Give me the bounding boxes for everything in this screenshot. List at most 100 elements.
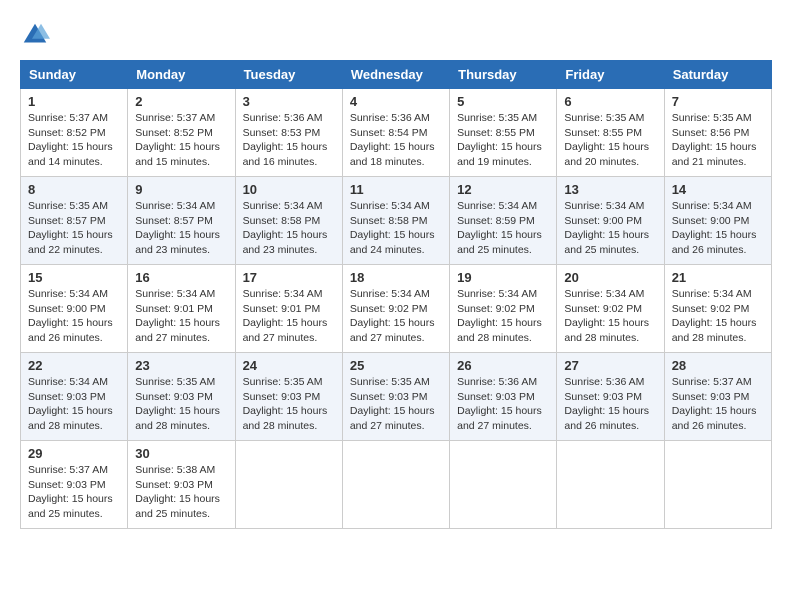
day-detail: Sunrise: 5:34 AM Sunset: 9:00 PM Dayligh… <box>28 287 120 346</box>
calendar-cell: 13 Sunrise: 5:34 AM Sunset: 9:00 PM Dayl… <box>557 177 664 265</box>
day-detail: Sunrise: 5:37 AM Sunset: 9:03 PM Dayligh… <box>672 375 764 434</box>
day-number: 18 <box>350 270 442 285</box>
day-number: 22 <box>28 358 120 373</box>
day-detail: Sunrise: 5:35 AM Sunset: 9:03 PM Dayligh… <box>243 375 335 434</box>
calendar-cell: 8 Sunrise: 5:35 AM Sunset: 8:57 PM Dayli… <box>21 177 128 265</box>
page-header <box>20 20 772 50</box>
day-number: 29 <box>28 446 120 461</box>
calendar-cell: 19 Sunrise: 5:34 AM Sunset: 9:02 PM Dayl… <box>450 265 557 353</box>
calendar-cell: 24 Sunrise: 5:35 AM Sunset: 9:03 PM Dayl… <box>235 353 342 441</box>
calendar-cell: 7 Sunrise: 5:35 AM Sunset: 8:56 PM Dayli… <box>664 89 771 177</box>
weekday-header-tuesday: Tuesday <box>235 61 342 89</box>
calendar-cell: 15 Sunrise: 5:34 AM Sunset: 9:00 PM Dayl… <box>21 265 128 353</box>
day-number: 9 <box>135 182 227 197</box>
calendar-cell: 29 Sunrise: 5:37 AM Sunset: 9:03 PM Dayl… <box>21 441 128 529</box>
calendar-cell: 30 Sunrise: 5:38 AM Sunset: 9:03 PM Dayl… <box>128 441 235 529</box>
day-detail: Sunrise: 5:35 AM Sunset: 8:55 PM Dayligh… <box>564 111 656 170</box>
weekday-header-sunday: Sunday <box>21 61 128 89</box>
calendar-cell: 25 Sunrise: 5:35 AM Sunset: 9:03 PM Dayl… <box>342 353 449 441</box>
day-detail: Sunrise: 5:34 AM Sunset: 9:02 PM Dayligh… <box>350 287 442 346</box>
calendar-cell: 2 Sunrise: 5:37 AM Sunset: 8:52 PM Dayli… <box>128 89 235 177</box>
day-detail: Sunrise: 5:35 AM Sunset: 9:03 PM Dayligh… <box>350 375 442 434</box>
calendar-cell: 10 Sunrise: 5:34 AM Sunset: 8:58 PM Dayl… <box>235 177 342 265</box>
calendar-cell <box>664 441 771 529</box>
day-number: 12 <box>457 182 549 197</box>
day-number: 21 <box>672 270 764 285</box>
day-detail: Sunrise: 5:37 AM Sunset: 8:52 PM Dayligh… <box>28 111 120 170</box>
day-number: 6 <box>564 94 656 109</box>
calendar-cell: 17 Sunrise: 5:34 AM Sunset: 9:01 PM Dayl… <box>235 265 342 353</box>
day-number: 14 <box>672 182 764 197</box>
day-number: 20 <box>564 270 656 285</box>
calendar-cell: 11 Sunrise: 5:34 AM Sunset: 8:58 PM Dayl… <box>342 177 449 265</box>
calendar-cell: 27 Sunrise: 5:36 AM Sunset: 9:03 PM Dayl… <box>557 353 664 441</box>
day-number: 23 <box>135 358 227 373</box>
day-detail: Sunrise: 5:34 AM Sunset: 9:01 PM Dayligh… <box>135 287 227 346</box>
calendar-cell: 18 Sunrise: 5:34 AM Sunset: 9:02 PM Dayl… <box>342 265 449 353</box>
day-number: 7 <box>672 94 764 109</box>
calendar-cell: 23 Sunrise: 5:35 AM Sunset: 9:03 PM Dayl… <box>128 353 235 441</box>
calendar-cell <box>557 441 664 529</box>
calendar-cell: 3 Sunrise: 5:36 AM Sunset: 8:53 PM Dayli… <box>235 89 342 177</box>
day-number: 26 <box>457 358 549 373</box>
calendar-cell <box>235 441 342 529</box>
day-number: 15 <box>28 270 120 285</box>
day-number: 25 <box>350 358 442 373</box>
calendar-cell: 16 Sunrise: 5:34 AM Sunset: 9:01 PM Dayl… <box>128 265 235 353</box>
day-detail: Sunrise: 5:35 AM Sunset: 8:55 PM Dayligh… <box>457 111 549 170</box>
calendar-cell: 14 Sunrise: 5:34 AM Sunset: 9:00 PM Dayl… <box>664 177 771 265</box>
day-number: 16 <box>135 270 227 285</box>
day-detail: Sunrise: 5:36 AM Sunset: 9:03 PM Dayligh… <box>457 375 549 434</box>
day-number: 19 <box>457 270 549 285</box>
day-detail: Sunrise: 5:35 AM Sunset: 8:57 PM Dayligh… <box>28 199 120 258</box>
calendar-cell: 1 Sunrise: 5:37 AM Sunset: 8:52 PM Dayli… <box>21 89 128 177</box>
calendar-cell: 20 Sunrise: 5:34 AM Sunset: 9:02 PM Dayl… <box>557 265 664 353</box>
calendar-cell <box>342 441 449 529</box>
day-detail: Sunrise: 5:34 AM Sunset: 9:00 PM Dayligh… <box>672 199 764 258</box>
day-detail: Sunrise: 5:34 AM Sunset: 8:58 PM Dayligh… <box>350 199 442 258</box>
day-number: 10 <box>243 182 335 197</box>
day-number: 27 <box>564 358 656 373</box>
day-detail: Sunrise: 5:34 AM Sunset: 8:57 PM Dayligh… <box>135 199 227 258</box>
day-number: 4 <box>350 94 442 109</box>
weekday-header-thursday: Thursday <box>450 61 557 89</box>
day-detail: Sunrise: 5:34 AM Sunset: 9:02 PM Dayligh… <box>672 287 764 346</box>
calendar-cell: 4 Sunrise: 5:36 AM Sunset: 8:54 PM Dayli… <box>342 89 449 177</box>
day-number: 1 <box>28 94 120 109</box>
calendar-cell: 6 Sunrise: 5:35 AM Sunset: 8:55 PM Dayli… <box>557 89 664 177</box>
logo-icon <box>20 20 50 50</box>
calendar-cell: 12 Sunrise: 5:34 AM Sunset: 8:59 PM Dayl… <box>450 177 557 265</box>
day-number: 8 <box>28 182 120 197</box>
calendar-table: SundayMondayTuesdayWednesdayThursdayFrid… <box>20 60 772 529</box>
day-detail: Sunrise: 5:34 AM Sunset: 9:01 PM Dayligh… <box>243 287 335 346</box>
day-detail: Sunrise: 5:34 AM Sunset: 9:03 PM Dayligh… <box>28 375 120 434</box>
day-detail: Sunrise: 5:36 AM Sunset: 8:54 PM Dayligh… <box>350 111 442 170</box>
calendar-cell: 26 Sunrise: 5:36 AM Sunset: 9:03 PM Dayl… <box>450 353 557 441</box>
day-detail: Sunrise: 5:34 AM Sunset: 8:58 PM Dayligh… <box>243 199 335 258</box>
weekday-header-wednesday: Wednesday <box>342 61 449 89</box>
day-detail: Sunrise: 5:35 AM Sunset: 9:03 PM Dayligh… <box>135 375 227 434</box>
day-number: 3 <box>243 94 335 109</box>
day-detail: Sunrise: 5:34 AM Sunset: 9:02 PM Dayligh… <box>457 287 549 346</box>
weekday-header-saturday: Saturday <box>664 61 771 89</box>
day-number: 24 <box>243 358 335 373</box>
calendar-cell: 5 Sunrise: 5:35 AM Sunset: 8:55 PM Dayli… <box>450 89 557 177</box>
day-detail: Sunrise: 5:36 AM Sunset: 9:03 PM Dayligh… <box>564 375 656 434</box>
calendar-cell: 22 Sunrise: 5:34 AM Sunset: 9:03 PM Dayl… <box>21 353 128 441</box>
day-number: 5 <box>457 94 549 109</box>
day-number: 13 <box>564 182 656 197</box>
day-detail: Sunrise: 5:37 AM Sunset: 8:52 PM Dayligh… <box>135 111 227 170</box>
day-detail: Sunrise: 5:34 AM Sunset: 8:59 PM Dayligh… <box>457 199 549 258</box>
day-detail: Sunrise: 5:36 AM Sunset: 8:53 PM Dayligh… <box>243 111 335 170</box>
calendar-cell: 28 Sunrise: 5:37 AM Sunset: 9:03 PM Dayl… <box>664 353 771 441</box>
day-number: 30 <box>135 446 227 461</box>
day-number: 11 <box>350 182 442 197</box>
day-detail: Sunrise: 5:38 AM Sunset: 9:03 PM Dayligh… <box>135 463 227 522</box>
day-detail: Sunrise: 5:34 AM Sunset: 9:02 PM Dayligh… <box>564 287 656 346</box>
calendar-cell: 9 Sunrise: 5:34 AM Sunset: 8:57 PM Dayli… <box>128 177 235 265</box>
day-number: 2 <box>135 94 227 109</box>
day-detail: Sunrise: 5:35 AM Sunset: 8:56 PM Dayligh… <box>672 111 764 170</box>
weekday-header-friday: Friday <box>557 61 664 89</box>
weekday-header-monday: Monday <box>128 61 235 89</box>
calendar-cell: 21 Sunrise: 5:34 AM Sunset: 9:02 PM Dayl… <box>664 265 771 353</box>
